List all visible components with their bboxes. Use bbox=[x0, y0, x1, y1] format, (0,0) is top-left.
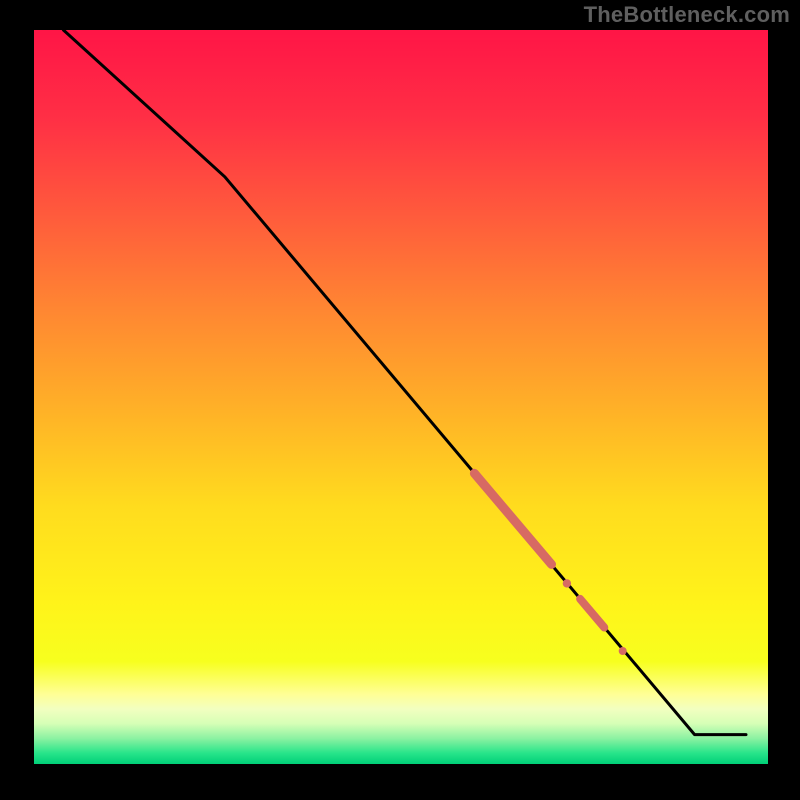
watermark-text: TheBottleneck.com bbox=[584, 2, 790, 28]
gradient-background bbox=[34, 30, 768, 764]
chart-frame: TheBottleneck.com bbox=[0, 0, 800, 800]
chart-svg bbox=[34, 30, 768, 764]
marker-dot-1 bbox=[563, 579, 571, 587]
plot-area bbox=[34, 30, 768, 764]
marker-dot-3 bbox=[619, 647, 627, 655]
